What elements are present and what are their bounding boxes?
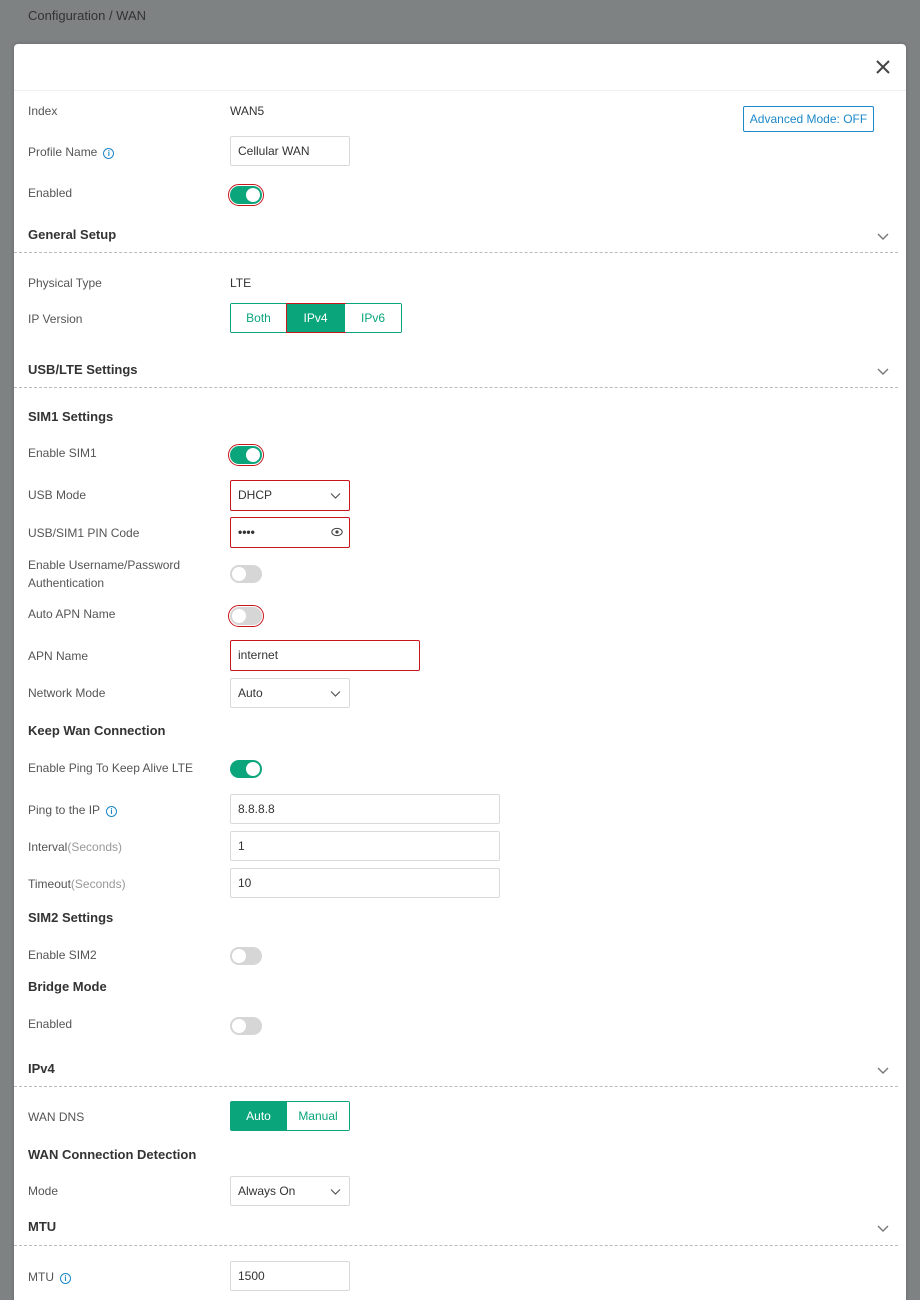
network-mode-value: Auto [238, 686, 263, 700]
ip-version-label: IP Version [28, 312, 83, 326]
enable-sim1-label: Enable SIM1 [28, 446, 97, 460]
interval-input[interactable]: 1 [230, 831, 500, 861]
mode-select[interactable]: Always On [230, 1176, 350, 1206]
bridge-mode-heading: Bridge Mode [28, 979, 107, 994]
auto-apn-toggle[interactable] [228, 605, 264, 627]
physical-type-label: Physical Type [28, 276, 102, 290]
chevron-down-icon[interactable] [876, 229, 890, 243]
index-value: WAN5 [230, 104, 265, 118]
timeout-input[interactable]: 10 [230, 868, 500, 898]
usb-mode-label: USB Mode [28, 488, 87, 502]
toggle-knob [232, 1019, 246, 1033]
timeout-label: Timeout(Seconds) [28, 877, 126, 891]
section-divider [14, 1245, 898, 1246]
eye-icon[interactable] [331, 527, 343, 537]
general-setup-heading: General Setup [28, 227, 117, 242]
ping-keepalive-toggle[interactable] [230, 760, 262, 778]
auth-label: Enable Username/Password Authentication [28, 556, 180, 592]
auth-toggle[interactable] [230, 565, 262, 583]
chevron-down-icon [330, 691, 341, 697]
info-icon[interactable]: i [103, 148, 115, 159]
sim1-settings-heading: SIM1 Settings [28, 409, 114, 424]
chevron-down-icon [330, 1189, 341, 1195]
breadcrumb: Configuration / WAN [28, 8, 147, 23]
auth-label-line2: Authentication [28, 576, 105, 590]
section-divider [14, 252, 898, 253]
interval-unit: (Seconds) [67, 840, 123, 854]
ping-keepalive-label: Enable Ping To Keep Alive LTE [28, 761, 193, 775]
section-divider [14, 1086, 898, 1087]
toggle-knob [232, 609, 246, 623]
ping-ip-input[interactable]: 8.8.8.8 [230, 794, 500, 824]
toggle-knob [232, 567, 246, 581]
index-label: Index [28, 104, 58, 118]
wan-config-modal: Index WAN5 Advanced Mode: OFF Profile Na… [14, 44, 906, 1300]
advanced-mode-button[interactable]: Advanced Mode: OFF [743, 106, 874, 132]
enabled-toggle[interactable] [228, 184, 264, 206]
wan-dns-label: WAN DNS [28, 1110, 85, 1124]
wan-dns-selector: Auto Manual [230, 1101, 350, 1131]
chevron-down-icon[interactable] [876, 1063, 890, 1077]
enable-sim2-label: Enable SIM2 [28, 948, 97, 962]
pin-code-input[interactable]: •••• [230, 517, 350, 548]
physical-type-value: LTE [230, 276, 252, 290]
mtu-input[interactable]: 1500 [230, 1261, 350, 1291]
pin-code-value: •••• [238, 525, 255, 539]
mtu-label-text: MTU [28, 1270, 54, 1284]
auth-label-line1: Enable Username/Password [28, 558, 181, 572]
ip-version-ipv4[interactable]: IPv4 [286, 303, 346, 333]
keep-wan-heading: Keep Wan Connection [28, 723, 166, 738]
interval-label: Interval(Seconds) [28, 840, 122, 854]
bridge-enabled-label: Enabled [28, 1017, 73, 1031]
profile-name-input[interactable]: Cellular WAN [230, 136, 350, 166]
bridge-enabled-toggle[interactable] [230, 1017, 262, 1035]
toggle-knob [246, 188, 260, 202]
apn-name-input[interactable]: internet [230, 640, 420, 671]
ping-ip-label-text: Ping to the IP [28, 803, 101, 817]
toggle-knob [246, 762, 260, 776]
usb-mode-value: DHCP [238, 488, 273, 502]
wan-dns-manual[interactable]: Manual [287, 1102, 349, 1130]
ip-version-ipv6[interactable]: IPv6 [345, 304, 401, 332]
enable-sim1-toggle[interactable] [228, 444, 264, 466]
chevron-down-icon [330, 493, 341, 499]
usb-lte-heading: USB/LTE Settings [28, 362, 138, 377]
apn-name-label: APN Name [28, 649, 89, 663]
ping-ip-label: Ping to the IP i [28, 803, 118, 817]
enable-sim2-toggle[interactable] [230, 947, 262, 965]
mode-label: Mode [28, 1184, 59, 1198]
profile-name-label-text: Profile Name [28, 145, 98, 159]
pin-code-label: USB/SIM1 PIN Code [28, 526, 140, 540]
chevron-down-icon[interactable] [876, 364, 890, 378]
interval-label-text: Interval [28, 840, 68, 854]
wan-dns-auto[interactable]: Auto [231, 1102, 287, 1130]
timeout-unit: (Seconds) [70, 877, 126, 891]
close-icon[interactable] [874, 58, 892, 76]
sim2-settings-heading: SIM2 Settings [28, 910, 114, 925]
toggle-knob [232, 949, 246, 963]
chevron-down-icon[interactable] [876, 1221, 890, 1235]
mtu-label: MTU i [28, 1270, 71, 1284]
auto-apn-label: Auto APN Name [28, 607, 116, 621]
enabled-label: Enabled [28, 186, 73, 200]
ipv4-heading: IPv4 [28, 1061, 55, 1076]
usb-mode-select[interactable]: DHCP [230, 480, 350, 511]
profile-name-label: Profile Name i [28, 145, 115, 159]
wan-detection-heading: WAN Connection Detection [28, 1147, 197, 1162]
header-divider [14, 90, 906, 91]
mtu-heading: MTU [28, 1219, 57, 1234]
network-mode-select[interactable]: Auto [230, 678, 350, 708]
section-divider [14, 387, 898, 388]
ip-version-both[interactable]: Both [231, 304, 287, 332]
timeout-label-text: Timeout [28, 877, 71, 891]
ip-version-selector: Both IPv4 IPv6 [230, 303, 402, 333]
mode-value: Always On [238, 1184, 296, 1198]
info-icon[interactable]: i [60, 1273, 71, 1284]
toggle-knob [246, 448, 260, 462]
info-icon[interactable]: i [106, 806, 118, 817]
network-mode-label: Network Mode [28, 686, 106, 700]
